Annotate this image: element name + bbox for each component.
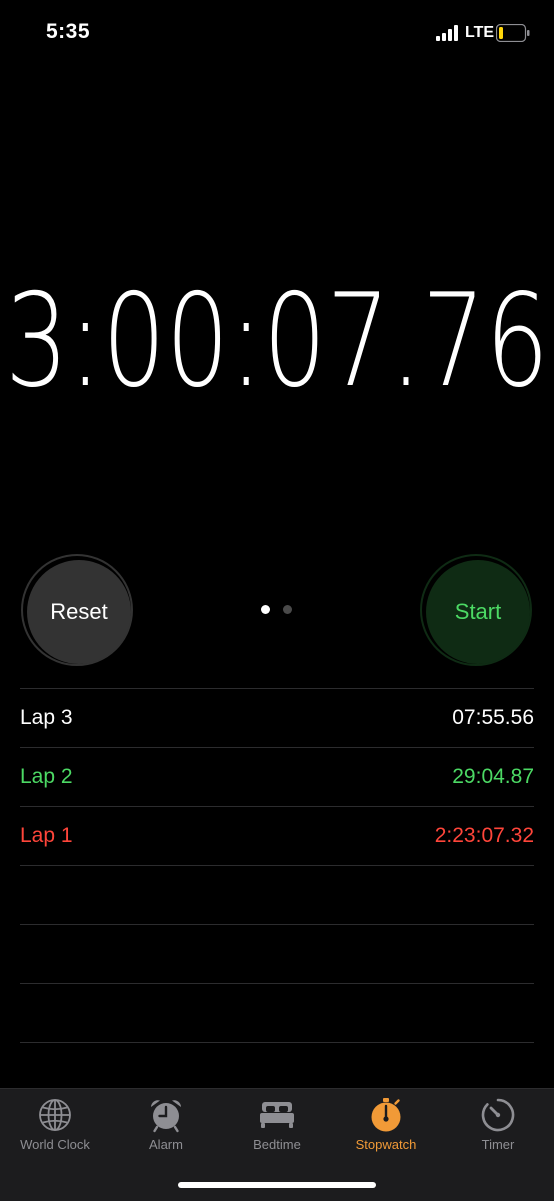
network-type: LTE: [465, 24, 495, 41]
tab-label: Timer: [481, 1137, 515, 1152]
start-button-label: Start: [426, 560, 530, 664]
lap-name: Lap 2: [20, 765, 73, 788]
elapsed-time: 3:00:07.76: [5, 278, 549, 408]
tab-bedtime[interactable]: Bedtime: [222, 1089, 332, 1169]
tab-alarm[interactable]: Alarm: [111, 1089, 221, 1169]
lap-time: 29:04.87: [452, 765, 534, 788]
page-indicator-dot-active[interactable]: [261, 605, 270, 614]
page-indicator-dot[interactable]: [283, 605, 292, 614]
laps-list: Lap 3 07:55.56 Lap 2 29:04.87 Lap 1 2:23…: [20, 688, 534, 1043]
lap-name: Lap 1: [20, 824, 73, 847]
reset-button[interactable]: Reset: [21, 554, 133, 666]
battery-low-icon: [496, 24, 530, 42]
lap-row: Lap 3 07:55.56: [20, 688, 534, 747]
empty-lap-row: [20, 866, 534, 925]
status-time: 5:35: [46, 20, 91, 43]
stopwatch-icon: [371, 1098, 401, 1132]
home-indicator[interactable]: [178, 1182, 376, 1188]
bed-icon: [260, 1102, 294, 1128]
alarm-clock-icon: [151, 1100, 181, 1133]
tab-label: Stopwatch: [355, 1137, 417, 1152]
empty-lap-row: [20, 925, 534, 984]
elapsed-time-display: 3:00:07.76: [5, 278, 549, 408]
tab-world-clock[interactable]: World Clock: [0, 1089, 110, 1169]
tab-label: Bedtime: [253, 1137, 301, 1152]
empty-lap-row: [20, 984, 534, 1043]
tab-stopwatch[interactable]: Stopwatch: [331, 1089, 441, 1169]
lap-time: 2:23:07.32: [434, 824, 534, 847]
tab-timer[interactable]: Timer: [443, 1089, 553, 1169]
status-bar: 5:35 LTE: [0, 0, 554, 66]
globe-icon: [39, 1099, 71, 1131]
reset-button-label: Reset: [27, 560, 131, 664]
start-button[interactable]: Start: [420, 554, 532, 666]
signal-bars-icon: [436, 25, 458, 41]
timer-icon: [481, 1098, 515, 1132]
tab-label: World Clock: [20, 1137, 90, 1152]
lap-row: Lap 1 2:23:07.32: [20, 806, 534, 866]
tab-label: Alarm: [149, 1137, 183, 1152]
lap-time: 07:55.56: [452, 706, 534, 729]
lap-row: Lap 2 29:04.87: [20, 747, 534, 806]
lap-name: Lap 3: [20, 706, 73, 729]
